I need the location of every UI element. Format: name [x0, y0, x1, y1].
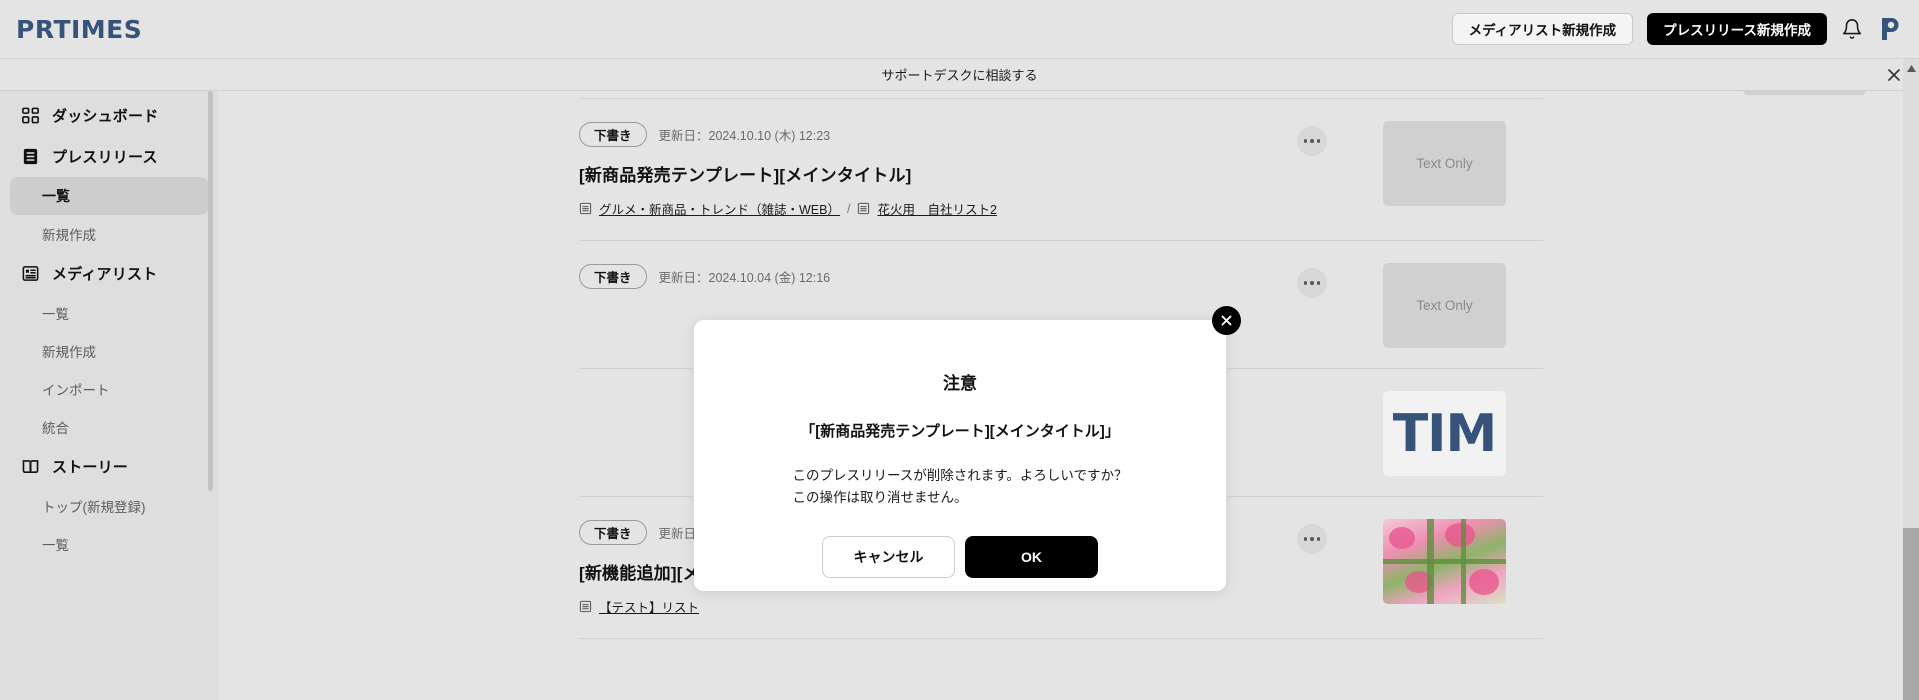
sidebar-item-label: 一覧: [42, 307, 69, 322]
sidebar-item-label: 一覧: [42, 538, 69, 553]
sidebar-item-dashboard[interactable]: ダッシュボード: [10, 95, 209, 136]
sidebar-item-media-list[interactable]: メディアリスト: [10, 253, 209, 294]
release-thumbnail[interactable]: TIM: [1383, 391, 1506, 476]
status-badge: 下書き: [579, 519, 647, 545]
release-thumbnail[interactable]: [1383, 519, 1506, 604]
dialog-body-line-2: この操作は取り消せません。: [792, 490, 968, 506]
sidebar-item-media-list-list[interactable]: 一覧: [10, 294, 209, 332]
status-badge: 下書き: [579, 121, 647, 147]
more-options-icon[interactable]: [1297, 524, 1327, 554]
release-date: 更新日：2024.10.04 (金) 12:16: [658, 270, 831, 285]
sidebar-nav: ダッシュボード プレスリリース 一覧 新規作成 メディアリスト 一覧 新規作成 …: [0, 91, 219, 563]
close-icon[interactable]: [1212, 306, 1241, 335]
page-scrollbar-thumb[interactable]: [1903, 528, 1919, 700]
list-icon: [579, 202, 592, 215]
sidebar-item-label: 新規作成: [42, 345, 96, 360]
sidebar-item-label: ストーリー: [52, 459, 129, 476]
sidebar-item-press-release-new[interactable]: 新規作成: [10, 215, 209, 253]
dots: [1303, 281, 1321, 285]
logo-text: PRTIMES: [16, 14, 143, 44]
dialog-subject: 「[新商品発売テンプレート][メインタイトル]」: [800, 423, 1120, 440]
partial-thumbnail-above: [1743, 91, 1866, 95]
release-meta: 下書き 更新日：2024.10.04 (金) 12:16: [579, 263, 1523, 289]
support-desk-banner: サポートデスクに相談する: [0, 59, 1919, 91]
dialog-body: このプレスリリースが削除されます。よろしいですか？ この操作は取り消せません。: [792, 465, 1127, 510]
app-header: PRTIMES メディアリスト新規作成 プレスリリース新規作成: [0, 0, 1919, 59]
bell-icon[interactable]: [1841, 18, 1863, 40]
thumbnail-label: Text Only: [1416, 298, 1473, 313]
app-root: PRTIMES メディアリスト新規作成 プレスリリース新規作成 サポートデスクに…: [0, 0, 1919, 700]
book-icon: [21, 457, 40, 476]
page-scrollbar-track[interactable]: [1903, 59, 1919, 700]
sidebar-item-story[interactable]: ストーリー: [10, 446, 209, 487]
thumbnail-label: TIM: [1392, 403, 1498, 464]
more-options-icon[interactable]: [1297, 126, 1327, 156]
release-tags: 【テスト】リスト: [579, 597, 1523, 616]
close-icon[interactable]: [1885, 66, 1903, 84]
dialog-actions: キャンセル OK: [822, 535, 1098, 578]
list-icon: [21, 264, 40, 283]
thumbnail-label: Text Only: [1416, 156, 1473, 171]
sidebar-item-label: ダッシュボード: [52, 108, 159, 125]
sidebar-item-story-top[interactable]: トップ(新規登録): [10, 487, 209, 525]
release-meta: 下書き 更新日：2024.10.10 (木) 12:23: [579, 121, 1523, 147]
create-press-release-button[interactable]: プレスリリース新規作成: [1647, 13, 1827, 45]
avatar[interactable]: [1877, 16, 1903, 42]
sidebar-scroll-area: ダッシュボード プレスリリース 一覧 新規作成 メディアリスト 一覧 新規作成 …: [0, 91, 219, 700]
dashboard-icon: [21, 106, 40, 125]
cancel-button[interactable]: キャンセル: [822, 535, 955, 578]
status-badge: 下書き: [579, 263, 647, 289]
list-icon: [579, 600, 592, 613]
release-tags: グルメ・新商品・トレンド（雑誌・WEB） / 花火用 自社リスト2: [579, 199, 1523, 218]
sidebar: ダッシュボード プレスリリース 一覧 新規作成 メディアリスト 一覧 新規作成 …: [0, 91, 219, 700]
support-desk-link[interactable]: サポートデスクに相談する: [881, 65, 1037, 84]
sidebar-scrollbar-track[interactable]: [208, 91, 216, 700]
sidebar-item-label: 新規作成: [42, 228, 96, 243]
sidebar-item-media-list-merge[interactable]: 統合: [10, 408, 209, 446]
sidebar-item-story-list[interactable]: 一覧: [10, 525, 209, 563]
prtimes-logo[interactable]: PRTIMES: [16, 15, 142, 44]
sidebar-item-label: 一覧: [42, 188, 70, 204]
sidebar-item-label: メディアリスト: [52, 266, 158, 283]
release-title[interactable]: [新商品発売テンプレート][メインタイトル]: [579, 161, 1523, 186]
release-thumbnail[interactable]: Text Only: [1383, 121, 1506, 206]
delete-confirmation-dialog: 注意 「[新商品発売テンプレート][メインタイトル]」 このプレスリリースが削除…: [694, 320, 1226, 591]
sidebar-item-label: トップ(新規登録): [42, 500, 146, 515]
sidebar-item-media-list-new[interactable]: 新規作成: [10, 332, 209, 370]
dots: [1303, 139, 1321, 143]
release-tag-link[interactable]: グルメ・新商品・トレンド（雑誌・WEB）: [599, 199, 840, 218]
more-options-icon[interactable]: [1297, 268, 1327, 298]
sidebar-scrollbar-thumb[interactable]: [208, 91, 213, 491]
dialog-title: 注意: [943, 374, 977, 393]
release-tag-link[interactable]: 【テスト】リスト: [599, 597, 699, 616]
document-icon: [21, 147, 40, 166]
table-row[interactable]: 下書き 更新日：2024.10.10 (木) 12:23 [新商品発売テンプレー…: [579, 99, 1543, 241]
ok-button[interactable]: OK: [965, 535, 1098, 578]
sidebar-item-press-release[interactable]: プレスリリース: [10, 136, 209, 177]
create-media-list-button[interactable]: メディアリスト新規作成: [1451, 13, 1634, 45]
sidebar-item-media-list-import[interactable]: インポート: [10, 370, 209, 408]
release-tag-link[interactable]: 花火用 自社リスト2: [877, 199, 996, 218]
release-thumbnail[interactable]: Text Only: [1383, 263, 1506, 348]
thumbnail-image: [1383, 519, 1506, 604]
scroll-up-icon[interactable]: [1903, 61, 1919, 75]
header-actions: メディアリスト新規作成 プレスリリース新規作成: [1451, 13, 1903, 45]
tag-separator: /: [846, 201, 851, 216]
sidebar-item-label: プレスリリース: [52, 149, 158, 166]
dialog-body-line-1: このプレスリリースが削除されます。よろしいですか？: [792, 468, 1128, 483]
release-date: 更新日：2024.10.10 (木) 12:23: [658, 128, 831, 143]
dots: [1303, 537, 1321, 541]
sidebar-item-label: インポート: [42, 383, 110, 398]
sidebar-item-label: 統合: [42, 421, 69, 436]
sidebar-item-press-release-list[interactable]: 一覧: [10, 177, 209, 215]
list-icon: [857, 202, 870, 215]
